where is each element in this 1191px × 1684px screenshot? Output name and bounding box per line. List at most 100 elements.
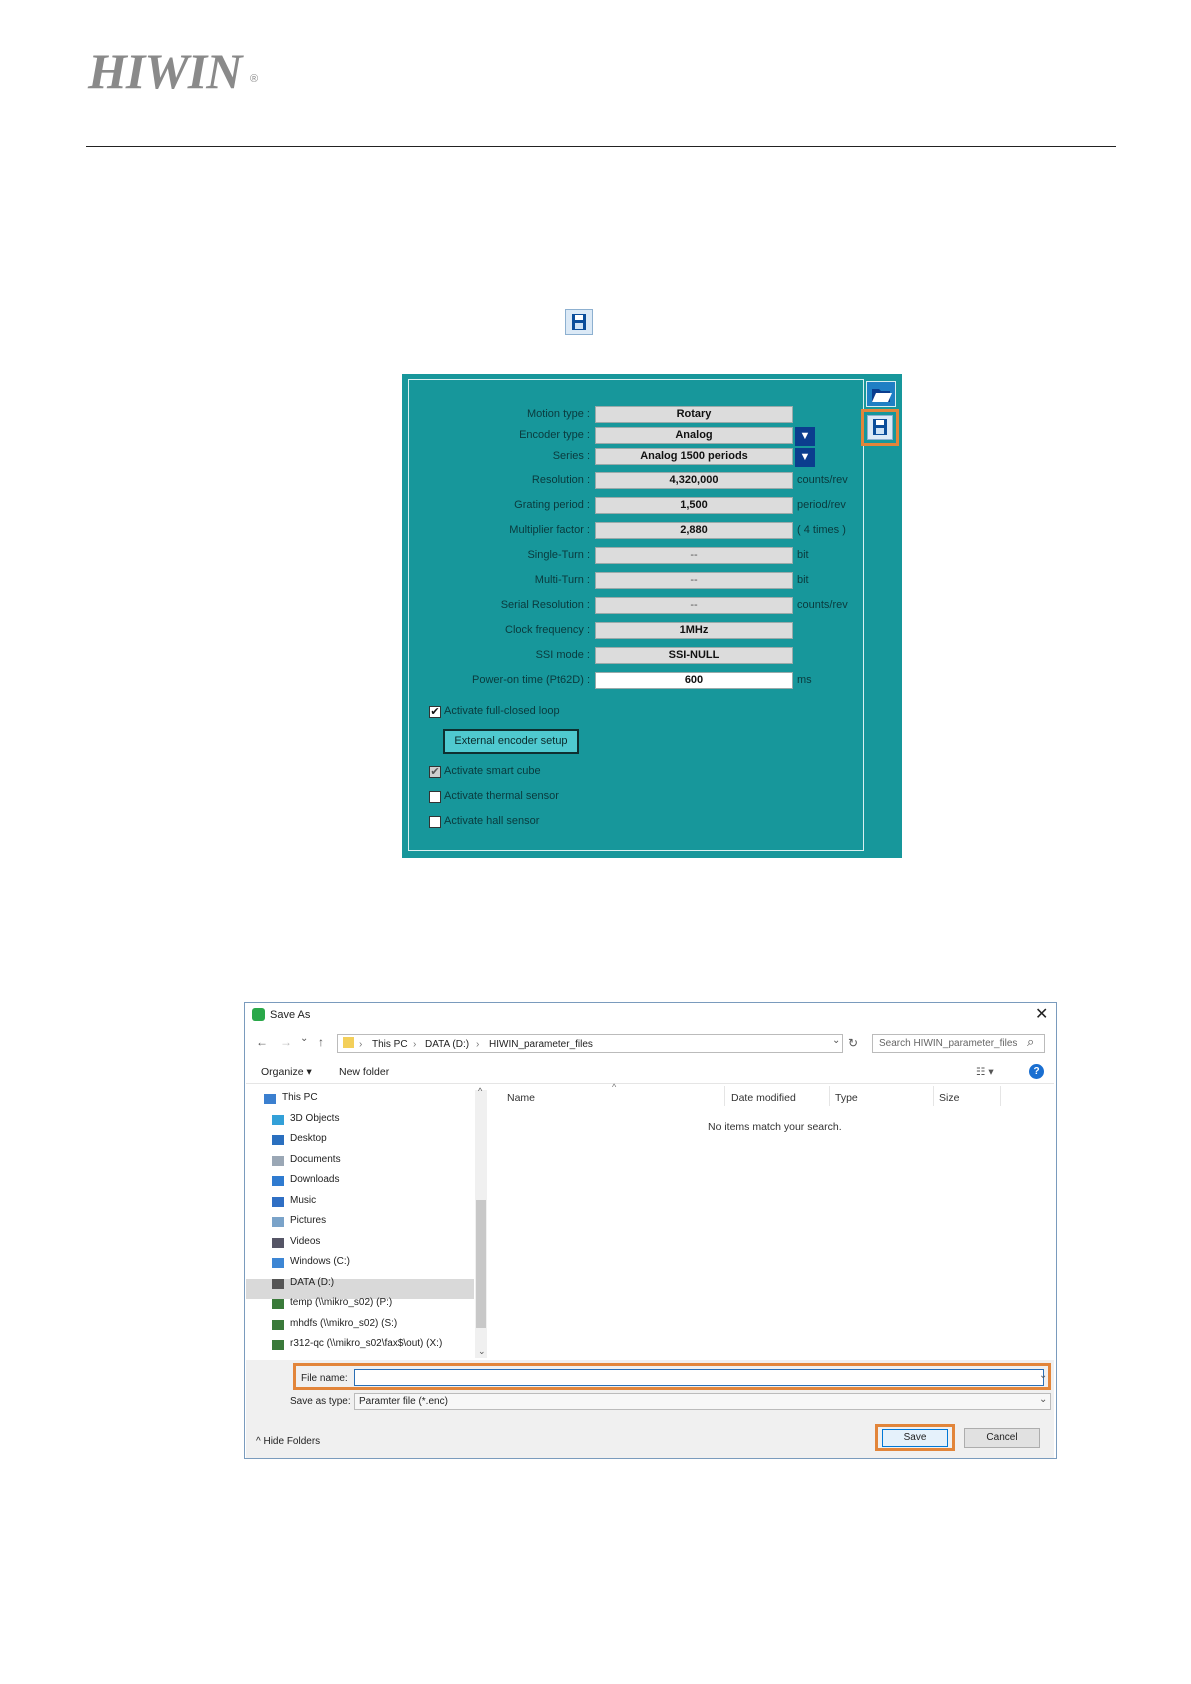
close-icon[interactable]: ✕ <box>1035 1004 1048 1024</box>
nav-item[interactable]: Pictures <box>290 1215 326 1226</box>
search-input[interactable]: Search HIWIN_parameter_files <box>872 1034 1045 1053</box>
field-unit: counts/rev <box>797 599 848 611</box>
column-header-name[interactable]: Name <box>507 1092 535 1104</box>
field-unit: bit <box>797 574 809 586</box>
nav-item[interactable]: 3D Objects <box>290 1113 339 1124</box>
field-value: -- <box>595 547 793 564</box>
field-value: -- <box>595 597 793 614</box>
hiwin-logo: HIWIN <box>88 43 242 99</box>
column-divider <box>724 1086 725 1106</box>
scroll-down-arrow[interactable]: ⌄ <box>478 1346 486 1357</box>
nav-item[interactable]: temp (\\mikro_s02) (P:) <box>290 1297 392 1308</box>
folder-icon <box>272 1176 284 1186</box>
save-parameters-button[interactable] <box>867 415 893 440</box>
checkbox-label: Activate thermal sensor <box>444 790 559 802</box>
drive-icon <box>272 1340 284 1350</box>
nav-item[interactable]: Downloads <box>290 1174 339 1185</box>
up-arrow-icon[interactable]: ↑ <box>318 1035 324 1049</box>
field-label: Power-on time (Pt62D) : <box>472 674 590 686</box>
file-name-label: File name: <box>301 1373 348 1384</box>
header-rule <box>86 146 1116 147</box>
nav-item[interactable]: This PC <box>282 1092 318 1103</box>
recent-locations-icon[interactable]: ⌄ <box>300 1033 308 1044</box>
hide-folders-toggle[interactable]: ^ Hide Folders <box>256 1436 320 1447</box>
refresh-icon[interactable]: ↻ <box>848 1036 858 1050</box>
field-label: Multiplier factor : <box>509 524 590 536</box>
floppy-save-icon <box>873 419 887 435</box>
help-icon[interactable]: ? <box>1029 1064 1044 1079</box>
new-folder-button[interactable]: New folder <box>339 1066 389 1078</box>
toolbar-divider <box>246 1083 1054 1084</box>
column-header-date-modified[interactable]: Date modified <box>731 1092 796 1104</box>
cancel-button[interactable]: Cancel <box>964 1428 1040 1448</box>
checkbox-hall-sensor[interactable] <box>429 816 441 828</box>
folder-icon <box>272 1114 284 1125</box>
sort-caret-icon: ^ <box>612 1082 617 1092</box>
nav-item[interactable]: mhdfs (\\mikro_s02) (S:) <box>290 1318 397 1329</box>
field-label: Single-Turn : <box>527 549 590 561</box>
series-dropdown-arrow[interactable]: ▼ <box>795 448 815 467</box>
crumb-separator: › <box>476 1039 480 1050</box>
nav-item[interactable]: Windows (C:) <box>290 1256 350 1267</box>
file-name-dropdown-icon[interactable]: ⌄ <box>1039 1370 1047 1381</box>
field-label: Clock frequency : <box>505 624 590 636</box>
nav-item[interactable]: r312-qc (\\mikro_s02\fax$\out) (X:) <box>290 1338 442 1349</box>
forward-arrow-icon[interactable]: → <box>280 1035 292 1049</box>
drive-icon <box>272 1319 284 1330</box>
field-unit: bit <box>797 549 809 561</box>
nav-item[interactable]: Desktop <box>290 1133 327 1144</box>
drive-icon <box>272 1299 284 1309</box>
crumb-separator: › <box>413 1039 417 1050</box>
dialog-title: Save As <box>270 1009 311 1021</box>
field-label: SSI mode : <box>535 649 590 661</box>
column-divider <box>933 1086 934 1106</box>
column-divider <box>829 1086 830 1106</box>
column-header-size[interactable]: Size <box>939 1092 959 1104</box>
checkbox-label: Activate smart cube <box>444 765 541 777</box>
folder-open-icon <box>872 389 892 402</box>
save-as-type-dropdown-icon[interactable]: ⌄ <box>1039 1394 1047 1405</box>
drive-icon <box>272 1278 284 1289</box>
field-unit: period/rev <box>797 499 846 511</box>
save-button[interactable]: Save <box>882 1429 948 1447</box>
address-dropdown-icon[interactable]: ⌄ <box>832 1035 840 1046</box>
field-value: -- <box>595 572 793 589</box>
breadcrumb-this-pc[interactable]: This PC <box>372 1039 408 1050</box>
open-folder-button[interactable] <box>866 381 896 407</box>
field-value: Rotary <box>595 406 793 423</box>
checkbox-label: Activate full-closed loop <box>444 705 560 717</box>
field-value[interactable]: 600 <box>595 672 793 689</box>
field-label: Multi-Turn : <box>534 574 590 586</box>
column-divider <box>1000 1086 1001 1106</box>
breadcrumb-data-d[interactable]: DATA (D:) <box>425 1039 469 1050</box>
nav-item[interactable]: Documents <box>290 1154 341 1165</box>
checkbox-label: Activate hall sensor <box>444 815 540 827</box>
nav-item[interactable]: Music <box>290 1195 316 1206</box>
field-value: Analog 1500 periods <box>595 448 793 465</box>
folder-icon <box>343 1037 354 1048</box>
checkbox-smart-cube[interactable]: ✔ <box>429 766 441 778</box>
file-name-input[interactable] <box>354 1369 1044 1386</box>
folder-icon <box>272 1237 284 1248</box>
save-as-type-select[interactable]: Paramter file (*.enc) <box>354 1393 1051 1410</box>
nav-item[interactable]: DATA (D:) <box>290 1277 334 1288</box>
nav-item[interactable]: Videos <box>290 1236 320 1247</box>
breadcrumb-hiwin-parameter-files[interactable]: HIWIN_parameter_files <box>489 1039 593 1050</box>
folder-icon <box>272 1217 284 1227</box>
field-value: SSI-NULL <box>595 647 793 664</box>
external-encoder-setup-button[interactable]: External encoder setup <box>443 729 579 754</box>
field-value: Analog <box>595 427 793 444</box>
encoder-type-dropdown-arrow[interactable]: ▼ <box>795 427 815 446</box>
scroll-up-arrow[interactable]: ^ <box>478 1086 482 1096</box>
view-options-icon[interactable]: ☷ ▾ <box>976 1066 994 1078</box>
search-icon: ⌕ <box>1027 1034 1035 1049</box>
nav-scrollbar-thumb[interactable] <box>476 1200 486 1328</box>
registered-mark: ® <box>250 73 259 85</box>
empty-list-message: No items match your search. <box>708 1121 842 1133</box>
back-arrow-icon[interactable]: ← <box>256 1035 268 1049</box>
column-header-type[interactable]: Type <box>835 1092 858 1104</box>
organize-menu[interactable]: Organize ▾ <box>261 1066 312 1078</box>
field-unit: counts/rev <box>797 474 848 486</box>
checkbox-full-closed-loop[interactable]: ✔ <box>429 706 441 718</box>
checkbox-thermal-sensor[interactable] <box>429 791 441 803</box>
